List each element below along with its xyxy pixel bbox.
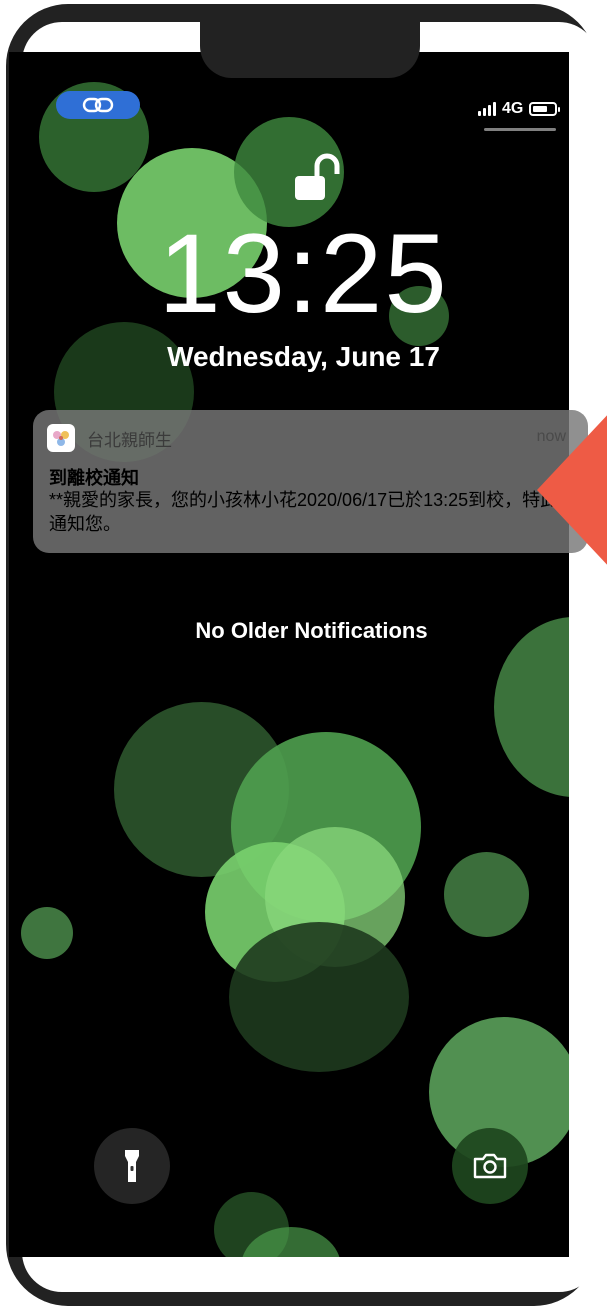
status-indicators: 4G [478,100,561,118]
network-label: 4G [502,100,524,117]
camera-icon [473,1153,507,1179]
connection-pill[interactable] [56,91,140,119]
bokeh-circle [229,922,409,1072]
flashlight-button[interactable] [94,1128,170,1204]
flashlight-icon [125,1150,139,1182]
bokeh-circle [494,617,569,797]
home-indicator[interactable] [208,1262,414,1268]
no-older-notifications-label: No Older Notifications [195,618,428,643]
unlocked-padlock-icon [295,153,340,200]
app-logo-icon [47,424,75,452]
notification-card[interactable]: 台北親師生 now 到離校通知 **親愛的家長，您的小孩林小花2020/06/1… [33,410,588,553]
highlight-arrow [537,410,607,570]
notification-body: **親愛的家長，您的小孩林小花2020/06/17已於13:25到校，特此通知您… [49,490,559,534]
bokeh-circle [21,907,73,959]
camera-button[interactable] [452,1128,528,1204]
battery-icon [529,102,561,116]
lock-screen-time: 13:25 [158,211,449,336]
link-icon [82,97,114,113]
cellular-signal-icon [478,102,496,116]
device-notch [200,22,420,78]
notification-app-name: 台北親師生 [87,431,172,450]
lock-screen-date: Wednesday, June 17 [167,341,440,372]
bokeh-circle [444,852,529,937]
control-center-indicator [484,128,556,131]
notification-title: 到離校通知 [49,468,139,488]
battery-level [533,106,548,112]
